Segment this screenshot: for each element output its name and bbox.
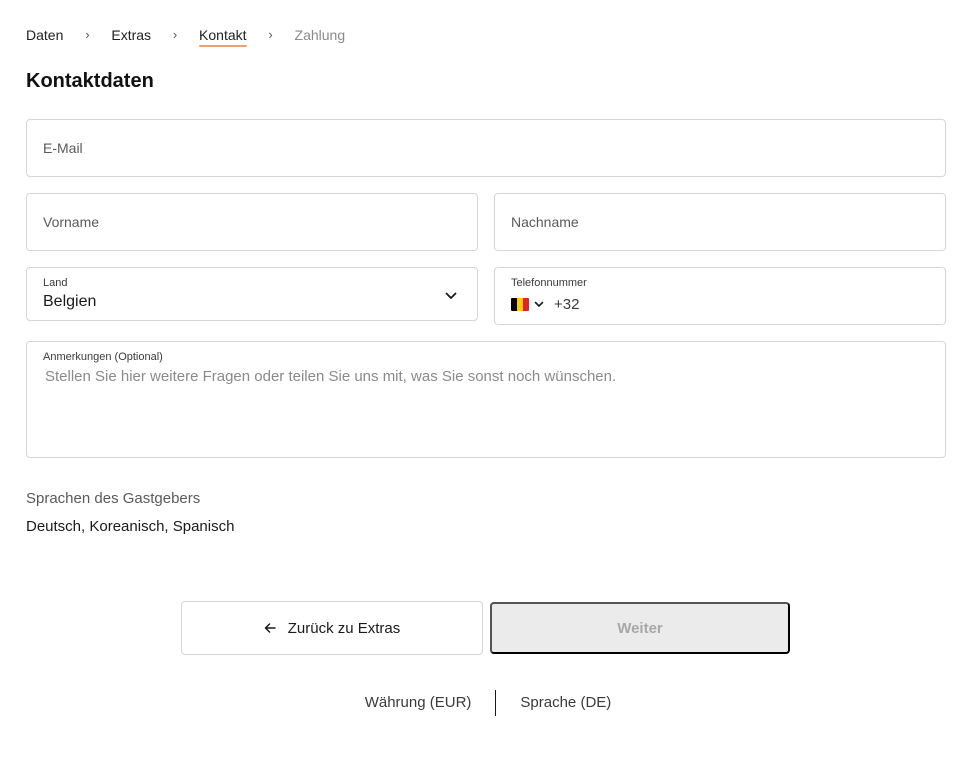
email-field[interactable]: E-Mail xyxy=(26,119,946,177)
chevron-down-icon xyxy=(445,292,457,299)
page-title: Kontaktdaten xyxy=(26,70,154,92)
last-name-field[interactable]: Nachname xyxy=(494,193,946,251)
phone-label: Telefonnummer xyxy=(511,277,587,289)
back-button-label: Zurück zu Extras xyxy=(287,619,401,637)
chevron-right-icon: › xyxy=(268,27,273,42)
belgium-flag-icon[interactable] xyxy=(511,298,529,311)
currency-selector[interactable]: Währung (EUR) xyxy=(341,690,496,716)
notes-label: Anmerkungen (Optional) xyxy=(43,351,163,363)
chevron-right-icon: › xyxy=(172,27,178,42)
next-button-label: Weiter xyxy=(617,619,663,637)
breadcrumb-item-zahlung: Zahlung xyxy=(294,27,346,43)
breadcrumb-item-kontakt[interactable]: Kontakt xyxy=(199,26,248,48)
phone-input-row: +32 xyxy=(511,296,579,313)
language-selector[interactable]: Sprache (DE) xyxy=(496,690,635,716)
next-button[interactable]: Weiter xyxy=(490,602,790,654)
breadcrumb-item-extras[interactable]: Extras xyxy=(111,26,151,48)
checkout-contact-page: Daten › Extras › Kontakt › Zahlung Konta… xyxy=(0,0,976,763)
country-label: Land xyxy=(43,277,68,289)
breadcrumb: Daten › Extras › Kontakt › Zahlung xyxy=(26,26,345,48)
first-name-field[interactable]: Vorname xyxy=(26,193,478,251)
breadcrumb-item-daten[interactable]: Daten xyxy=(26,26,63,48)
host-languages-value: Deutsch, Koreanisch, Spanisch xyxy=(26,518,235,535)
notes-textarea[interactable]: Anmerkungen (Optional) Stellen Sie hier … xyxy=(26,341,946,458)
footer: Währung (EUR) Sprache (DE) xyxy=(0,690,976,716)
last-name-placeholder: Nachname xyxy=(511,214,579,230)
dial-code: +32 xyxy=(554,296,580,313)
arrow-left-icon xyxy=(264,623,276,633)
notes-placeholder: Stellen Sie hier weitere Fragen oder tei… xyxy=(45,368,617,385)
country-select[interactable]: Land Belgien xyxy=(26,267,478,321)
chevron-right-icon: › xyxy=(85,27,90,42)
first-name-placeholder: Vorname xyxy=(43,214,100,230)
back-to-extras-button[interactable]: Zurück zu Extras xyxy=(181,601,483,655)
email-placeholder: E-Mail xyxy=(43,140,83,156)
country-value: Belgien xyxy=(43,293,97,310)
host-languages-title: Sprachen des Gastgebers xyxy=(26,490,201,507)
phone-field[interactable]: Telefonnummer +32 xyxy=(494,267,946,325)
chevron-down-icon[interactable] xyxy=(534,301,544,308)
